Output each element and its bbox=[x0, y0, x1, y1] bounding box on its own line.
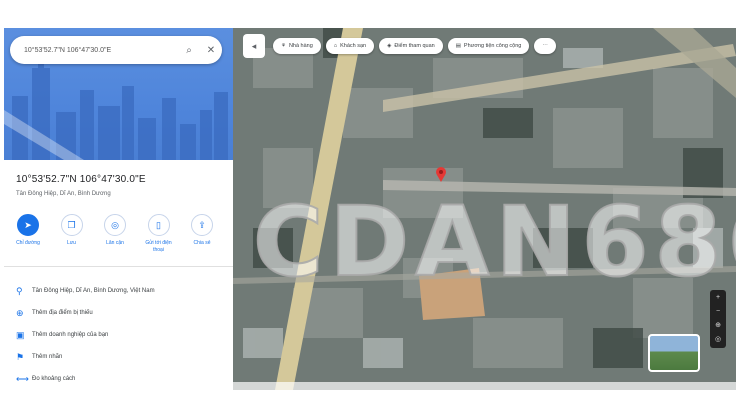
chip-transit[interactable]: ▤ Phương tiện công cộng bbox=[447, 38, 530, 54]
place-panel: 10°53'52.7"N 106°47'30.0"E ⌕ ✕ 10°53'52.… bbox=[0, 28, 233, 390]
save-icon: ❒ bbox=[60, 214, 83, 236]
my-location-button[interactable]: ◎ bbox=[715, 336, 721, 344]
attraction-icon: ◈ bbox=[387, 43, 392, 49]
send-to-phone-button[interactable]: ▯ Gửi tới điện thoại bbox=[141, 214, 177, 254]
share-icon: ⇪ bbox=[191, 214, 213, 236]
list-item[interactable]: ⊕ Thêm địa điểm bị thiếu bbox=[16, 302, 226, 324]
pin-icon: ⚲ bbox=[16, 285, 23, 296]
save-button[interactable]: ❒ Lưu bbox=[54, 214, 90, 254]
divider bbox=[4, 266, 233, 267]
chevron-left-icon[interactable]: ◂ bbox=[243, 34, 265, 58]
search-input[interactable]: 10°53'52.7"N 106°47'30.0"E bbox=[24, 47, 178, 54]
label-icon: ⚑ bbox=[16, 351, 25, 362]
chip-more[interactable]: ⋯ bbox=[534, 38, 556, 54]
list-item-label: Tân Đông Hiệp, Dĩ An, Bình Dương, Việt N… bbox=[32, 288, 155, 294]
phone-icon: ▯ bbox=[147, 214, 170, 236]
zoom-in-button[interactable]: + bbox=[716, 294, 720, 302]
zoom-out-button[interactable]: − bbox=[716, 308, 720, 316]
chip-label: Điểm tham quan bbox=[394, 43, 435, 49]
chip-hotels[interactable]: ⌂ Khách sạn bbox=[325, 38, 375, 54]
ruler-icon: ⟷ bbox=[16, 373, 29, 384]
map-footer bbox=[233, 382, 736, 390]
nearby-icon: ◎ bbox=[104, 214, 126, 236]
watermark-text: CDAN686.E bbox=[252, 185, 736, 299]
compass-button[interactable]: ⊕ bbox=[715, 322, 721, 330]
action-label: Lưu bbox=[67, 240, 76, 246]
list-item-label: Đo khoảng cách bbox=[32, 376, 76, 382]
list-item[interactable]: ⟷ Đo khoảng cách bbox=[16, 368, 226, 390]
details-list: ⚲ Tân Đông Hiệp, Dĩ An, Bình Dương, Việt… bbox=[16, 280, 226, 390]
list-item[interactable]: ▣ Thêm doanh nghiệp của bạn bbox=[16, 324, 226, 346]
action-bar: ➤ Chỉ đường ❒ Lưu ◎ Lân cận ▯ Gửi tới đi… bbox=[10, 214, 220, 254]
directions-icon: ➤ bbox=[17, 214, 39, 236]
close-icon[interactable]: ✕ bbox=[200, 45, 222, 56]
search-box[interactable]: 10°53'52.7"N 106°47'30.0"E ⌕ ✕ bbox=[10, 36, 222, 64]
category-chips: ⚘ Nhà hàng ⌂ Khách sạn ◈ Điểm tham quan ▤ Ph… bbox=[273, 38, 556, 54]
satellite-layer-icon[interactable] bbox=[648, 334, 700, 372]
chip-label: Khách sạn bbox=[340, 43, 367, 49]
chip-restaurants[interactable]: ⚘ Nhà hàng bbox=[273, 38, 321, 54]
place-title: 10°53'52.7"N 106°47'30.0"E bbox=[16, 174, 146, 185]
search-icon[interactable]: ⌕ bbox=[178, 45, 200, 56]
action-label: Chỉ đường bbox=[16, 240, 40, 246]
chip-attractions[interactable]: ◈ Điểm tham quan bbox=[379, 38, 443, 54]
list-item[interactable]: ⚲ Tân Đông Hiệp, Dĩ An, Bình Dương, Việt… bbox=[16, 280, 226, 302]
more-icon: ⋯ bbox=[542, 43, 548, 49]
transit-icon: ▤ bbox=[455, 43, 461, 49]
list-item-label: Thêm doanh nghiệp của bạn bbox=[32, 332, 109, 338]
business-icon: ▣ bbox=[16, 329, 25, 340]
action-label: Chia sẻ bbox=[193, 240, 211, 246]
restaurant-icon: ⚘ bbox=[281, 43, 286, 49]
nearby-button[interactable]: ◎ Lân cận bbox=[97, 214, 133, 254]
share-button[interactable]: ⇪ Chia sẻ bbox=[184, 214, 220, 254]
map-controls: + − ⊕ ◎ bbox=[710, 290, 726, 348]
action-label: Gửi tới điện thoại bbox=[145, 240, 172, 253]
list-item-label: Thêm nhãn bbox=[32, 354, 63, 360]
chip-label: Phương tiện công cộng bbox=[463, 43, 522, 49]
place-address: Tân Đông Hiệp, Dĩ An, Bình Dương bbox=[16, 191, 111, 197]
satellite-map[interactable]: CDAN686.E ◂ ⚘Nhà hàng ⌂Khách sạn ◈Điểm t… bbox=[233, 28, 736, 390]
list-item-label: Thêm địa điểm bị thiếu bbox=[32, 310, 93, 316]
hotel-icon: ⌂ bbox=[333, 43, 338, 49]
action-label: Lân cận bbox=[106, 240, 124, 246]
directions-button[interactable]: ➤ Chỉ đường bbox=[10, 214, 46, 254]
add-place-icon: ⊕ bbox=[16, 307, 24, 318]
chip-label: Nhà hàng bbox=[288, 43, 313, 49]
list-item[interactable]: ⚑ Thêm nhãn bbox=[16, 346, 226, 368]
